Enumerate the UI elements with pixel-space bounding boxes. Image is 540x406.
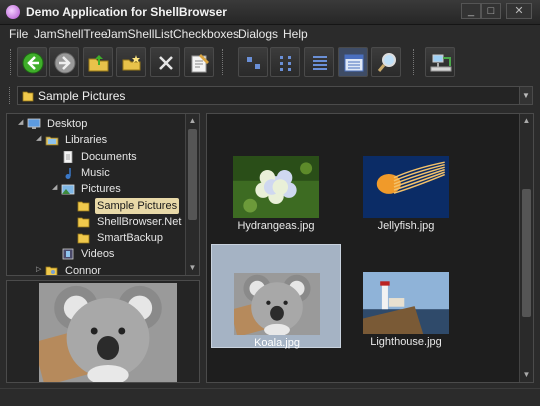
jellyfish-thumbnail	[363, 156, 449, 218]
app-icon	[6, 5, 20, 19]
tree-scroll-thumb[interactable]	[188, 129, 197, 220]
menu-jamshelltree[interactable]: JamShellTree	[34, 27, 108, 41]
music-icon	[65, 167, 71, 179]
libraries-icon	[45, 136, 59, 146]
tree-item-label: Documents	[81, 150, 137, 163]
user-folder-icon	[45, 266, 58, 275]
scroll-down-icon[interactable]: ▼	[186, 261, 199, 274]
maximize-button[interactable]: □	[481, 3, 501, 19]
folder-up-button[interactable]	[83, 47, 113, 77]
file-tile-hydrangeas-jpg[interactable]: Hydrangeas.jpg	[211, 128, 341, 232]
list-view-button[interactable]	[304, 47, 334, 77]
menu-checkboxes[interactable]: Checkboxes	[173, 27, 239, 41]
list-view-icon	[313, 56, 327, 70]
menu-file[interactable]: File	[9, 27, 28, 41]
folder-icon	[77, 233, 90, 244]
collapsed-arrow-icon[interactable]: ▷	[36, 266, 42, 273]
minimize-button[interactable]: _	[461, 3, 481, 19]
lighthouse-thumbnail	[363, 272, 449, 334]
search-button[interactable]	[371, 47, 401, 77]
file-list[interactable]: Hydrangeas.jpg Jellyfish.jpg Koala.jpg Ligh…	[206, 113, 534, 383]
folder-icon	[77, 217, 90, 228]
forward-icon	[54, 52, 76, 74]
address-dropdown-button[interactable]: ▼	[519, 86, 533, 105]
toolbar-grip-2[interactable]	[222, 49, 226, 75]
list-scrollbar[interactable]: ▲ ▼	[519, 114, 533, 382]
back-button[interactable]	[17, 47, 47, 77]
menu-help[interactable]: Help	[283, 27, 308, 41]
file-tile-jellyfish-jpg[interactable]: Jellyfish.jpg	[341, 128, 471, 232]
folder-icon	[77, 201, 90, 211]
large-icons-icon	[247, 57, 260, 69]
scroll-down-icon[interactable]: ▼	[520, 368, 533, 381]
close-button[interactable]: ✕	[506, 3, 532, 19]
search-icon	[377, 53, 396, 72]
desktop-icon	[27, 118, 41, 129]
folder-tree[interactable]: ◢ Desktop ◢ Libraries Documents Music ◢ Picture…	[6, 113, 200, 276]
status-bar	[0, 388, 540, 406]
tree-scrollbar[interactable]: ▲ ▼	[185, 114, 199, 275]
details-view-button[interactable]	[338, 47, 368, 77]
delete-icon	[159, 56, 173, 70]
chevron-down-icon: ▼	[522, 91, 530, 100]
folder-icon	[22, 91, 34, 102]
window-title: Demo Application for ShellBrowser	[26, 5, 227, 19]
tree-item-label: Libraries	[65, 134, 108, 147]
file-name: Jellyfish.jpg	[377, 220, 435, 232]
preview-pane	[6, 280, 200, 383]
tree-item-label: Pictures	[81, 183, 121, 196]
menu-bar: File JamShellTree JamShellList Checkboxe…	[0, 25, 540, 43]
tree-item-label: Connor	[65, 264, 102, 276]
tree-item-label: ShellBrowser.Net	[97, 215, 182, 228]
new-folder-button[interactable]	[116, 47, 146, 77]
scroll-up-icon[interactable]: ▲	[186, 114, 199, 127]
delete-button[interactable]	[150, 47, 180, 77]
hydrangea-thumbnail	[233, 156, 319, 218]
properties-icon	[191, 54, 209, 73]
toolbar	[0, 43, 540, 81]
toolbar-grip-3[interactable]	[413, 49, 417, 75]
preview-koala-image	[39, 283, 177, 382]
menu-dialogs[interactable]: Dialogs	[238, 27, 278, 41]
address-value: Sample Pictures	[38, 89, 126, 103]
small-icons-icon	[280, 56, 291, 71]
file-tile-koala-jpg[interactable]: Koala.jpg	[211, 244, 341, 349]
tree-item-label: Videos	[81, 248, 115, 261]
tree-item-label: Sample Pictures	[95, 197, 180, 214]
koala-thumbnail	[234, 273, 320, 335]
tree-item-label: SmartBackup	[97, 232, 164, 245]
folder-up-icon	[88, 55, 109, 72]
file-name: Hydrangeas.jpg	[237, 220, 315, 232]
file-name: Lighthouse.jpg	[370, 336, 442, 348]
address-bar: Sample Pictures ▼	[0, 84, 540, 108]
small-icons-button[interactable]	[270, 47, 300, 77]
network-button[interactable]	[425, 47, 455, 77]
list-scroll-thumb[interactable]	[522, 189, 531, 317]
new-folder-icon	[122, 55, 141, 71]
forward-button[interactable]	[49, 47, 79, 77]
app-window: Demo Application for ShellBrowser _ □ ✕ …	[0, 0, 540, 406]
large-icons-button[interactable]	[238, 47, 268, 77]
address-combobox[interactable]: Sample Pictures	[17, 86, 520, 105]
scroll-up-icon[interactable]: ▲	[520, 114, 533, 127]
back-icon	[22, 52, 44, 74]
properties-button[interactable]	[184, 47, 214, 77]
tree-item-label: Music	[81, 166, 110, 179]
expanded-arrow-icon[interactable]: ◢	[52, 184, 58, 191]
file-name: Koala.jpg	[254, 337, 300, 349]
pictures-icon	[61, 184, 75, 195]
details-view-icon	[344, 54, 364, 72]
address-grip[interactable]	[9, 87, 13, 104]
tree-item-label: Desktop	[47, 118, 88, 130]
title-bar[interactable]: Demo Application for ShellBrowser _ □ ✕	[0, 0, 540, 25]
expanded-arrow-icon[interactable]: ◢	[18, 119, 24, 126]
expanded-arrow-icon[interactable]: ◢	[36, 135, 42, 142]
network-icon	[430, 54, 452, 72]
file-tile-lighthouse-jpg[interactable]: Lighthouse.jpg	[341, 244, 471, 348]
menu-jamshelllist[interactable]: JamShellList	[105, 27, 173, 41]
videos-icon	[62, 248, 74, 260]
toolbar-grip[interactable]	[10, 49, 14, 75]
documents-icon	[63, 150, 73, 163]
